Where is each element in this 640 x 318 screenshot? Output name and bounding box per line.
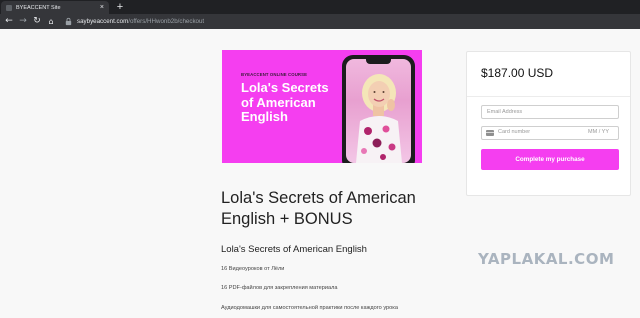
lock-icon[interactable] xyxy=(64,17,73,26)
card-divider xyxy=(467,96,630,97)
back-arrow-icon[interactable]: ← xyxy=(4,16,14,27)
home-icon[interactable]: ⌂ xyxy=(46,16,56,27)
site-favicon-icon xyxy=(6,4,12,11)
address-bar-url[interactable]: saybyeaccent.com/offers/HHwonb2b/checkou… xyxy=(77,17,204,26)
checkout-card: $187.00 USD Card number MM / YY Complete… xyxy=(466,51,631,196)
card-expiry-field[interactable]: MM / YY xyxy=(588,129,609,135)
tab-title: BYEACCENT Site xyxy=(16,4,61,11)
phone-screen xyxy=(346,59,411,163)
url-path: /offers/HHwonb2b/checkout xyxy=(128,18,205,25)
reload-icon[interactable]: ↻ xyxy=(32,16,42,27)
product-subtitle: Lola's Secrets of American English xyxy=(221,244,367,255)
card-number-field[interactable]: Card number xyxy=(498,129,530,135)
site-watermark: YAPLAKAL.COM xyxy=(478,250,615,268)
new-tab-button[interactable]: + xyxy=(114,1,126,13)
tab-close-icon[interactable]: × xyxy=(100,4,104,11)
phone-notch xyxy=(366,59,391,64)
phone-mockup xyxy=(342,55,415,163)
feature-item: Аудиодомашки для самостоятельной практик… xyxy=(221,305,398,311)
course-cover-title: Lola's Secrets of American English xyxy=(241,80,329,124)
browser-tab-bar: BYEACCENT Site × + xyxy=(0,0,640,14)
feature-item: 16 PDF-файлов для закрепления материала xyxy=(221,285,338,291)
browser-toolbar: ← → ↻ ⌂ saybyeaccent.com/offers/HHwonb2b… xyxy=(0,14,640,29)
course-cover-image: BYEACCENT ONLINE COURSE Lola's Secrets o… xyxy=(222,50,422,163)
instructor-photo xyxy=(356,74,402,163)
browser-tab[interactable]: BYEACCENT Site × xyxy=(1,1,109,14)
checkout-page: BYEACCENT ONLINE COURSE Lola's Secrets o… xyxy=(0,29,640,318)
url-host: saybyeaccent.com xyxy=(77,18,129,25)
credit-card-icon xyxy=(486,130,494,136)
email-field[interactable] xyxy=(481,105,619,119)
price-label: $187.00 USD xyxy=(481,66,554,80)
course-kicker: BYEACCENT ONLINE COURSE xyxy=(241,72,308,77)
complete-purchase-button[interactable]: Complete my purchase xyxy=(481,149,619,170)
product-title: Lola's Secrets of American English + BON… xyxy=(221,189,416,228)
forward-arrow-icon[interactable]: → xyxy=(18,16,28,27)
feature-item: 16 Видеоуроков от Лёли xyxy=(221,266,285,272)
